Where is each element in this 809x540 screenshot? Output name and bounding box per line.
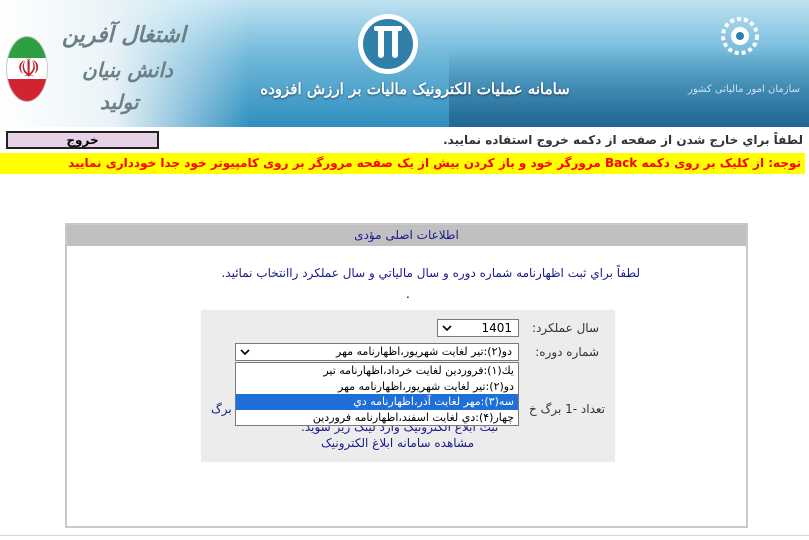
period-option[interactable]: دو(۲):تير لغايت شهريور،اظهارنامه مهر bbox=[236, 379, 518, 395]
slogan-line-1: اشتغال آفرین bbox=[62, 22, 186, 48]
year-label: سال عملكرد: bbox=[532, 321, 599, 335]
taxpayer-info-panel: اطلاعات اصلی مؤدی لطفاً براي ثبت اظهارنا… bbox=[65, 223, 748, 528]
slogan-line-3: تولید bbox=[100, 90, 139, 114]
instruction-text: لطفاً براي ثبت اظهارنامه شماره دوره و سا… bbox=[221, 266, 640, 280]
page-bottom-divider bbox=[0, 535, 809, 536]
sheet-count-text: تعداد -1 برگ خ bbox=[529, 402, 605, 416]
exit-button[interactable]: خروج bbox=[6, 131, 159, 149]
period-option[interactable]: يك(۱):فروردين لغايت خرداد،اظهارنامه تير bbox=[236, 363, 518, 379]
vat-system-logo-icon bbox=[358, 14, 418, 74]
warning-bar: توجه: از کلیک بر روی دکمه Back مرورگر خو… bbox=[0, 153, 805, 174]
period-select[interactable]: دو(۲):تير لغايت شهريور،اظهارنامه مهر bbox=[235, 343, 519, 361]
period-options-list: يك(۱):فروردين لغايت خرداد،اظهارنامه تير … bbox=[235, 362, 519, 426]
warning-text: توجه: از کلیک بر روی دکمه Back مرورگر خو… bbox=[68, 156, 801, 170]
period-option[interactable]: چهار(۴):دي لغايت اسفند،اظهارنامه فروردين bbox=[236, 410, 518, 426]
header-banner: ☫ اشتغال آفرین دانش بنیان تولید سامانه ع… bbox=[0, 0, 809, 127]
instruction-dot: . bbox=[406, 287, 410, 301]
selection-form: سال عملكرد: 1401 شماره دوره: دو(۲):تير ل… bbox=[201, 310, 615, 462]
panel-title: اطلاعات اصلی مؤدی bbox=[67, 225, 746, 246]
electronic-notice-link[interactable]: مشاهده سامانه ابلاغ الکترونیک bbox=[321, 436, 474, 450]
exit-note: لطفاً براي خارج شدن از صفحه از دكمه خروج… bbox=[443, 133, 803, 147]
period-label: شماره دوره: bbox=[535, 345, 599, 359]
organization-caption: سازمان امور مالیاتی کشور bbox=[688, 84, 800, 95]
year-select[interactable]: 1401 bbox=[437, 319, 519, 337]
system-title: سامانه عملیات الکترونیک مالیات بر ارزش ا… bbox=[260, 80, 570, 98]
sheet-count-suffix: برگ bbox=[211, 402, 232, 416]
tax-organization-logo-icon bbox=[721, 17, 759, 55]
iran-flag-icon: ☫ bbox=[6, 36, 48, 102]
year-select-value: 1401 bbox=[481, 321, 512, 335]
chevron-down-icon bbox=[442, 325, 452, 332]
period-select-value: دو(۲):تير لغايت شهريور،اظهارنامه مهر bbox=[336, 345, 512, 358]
chevron-down-icon bbox=[240, 349, 250, 356]
slogan-line-2: دانش بنیان bbox=[82, 58, 173, 82]
period-option-selected[interactable]: سه(۳):مهر لغايت آذر،اظهارنامه دي bbox=[236, 394, 518, 410]
